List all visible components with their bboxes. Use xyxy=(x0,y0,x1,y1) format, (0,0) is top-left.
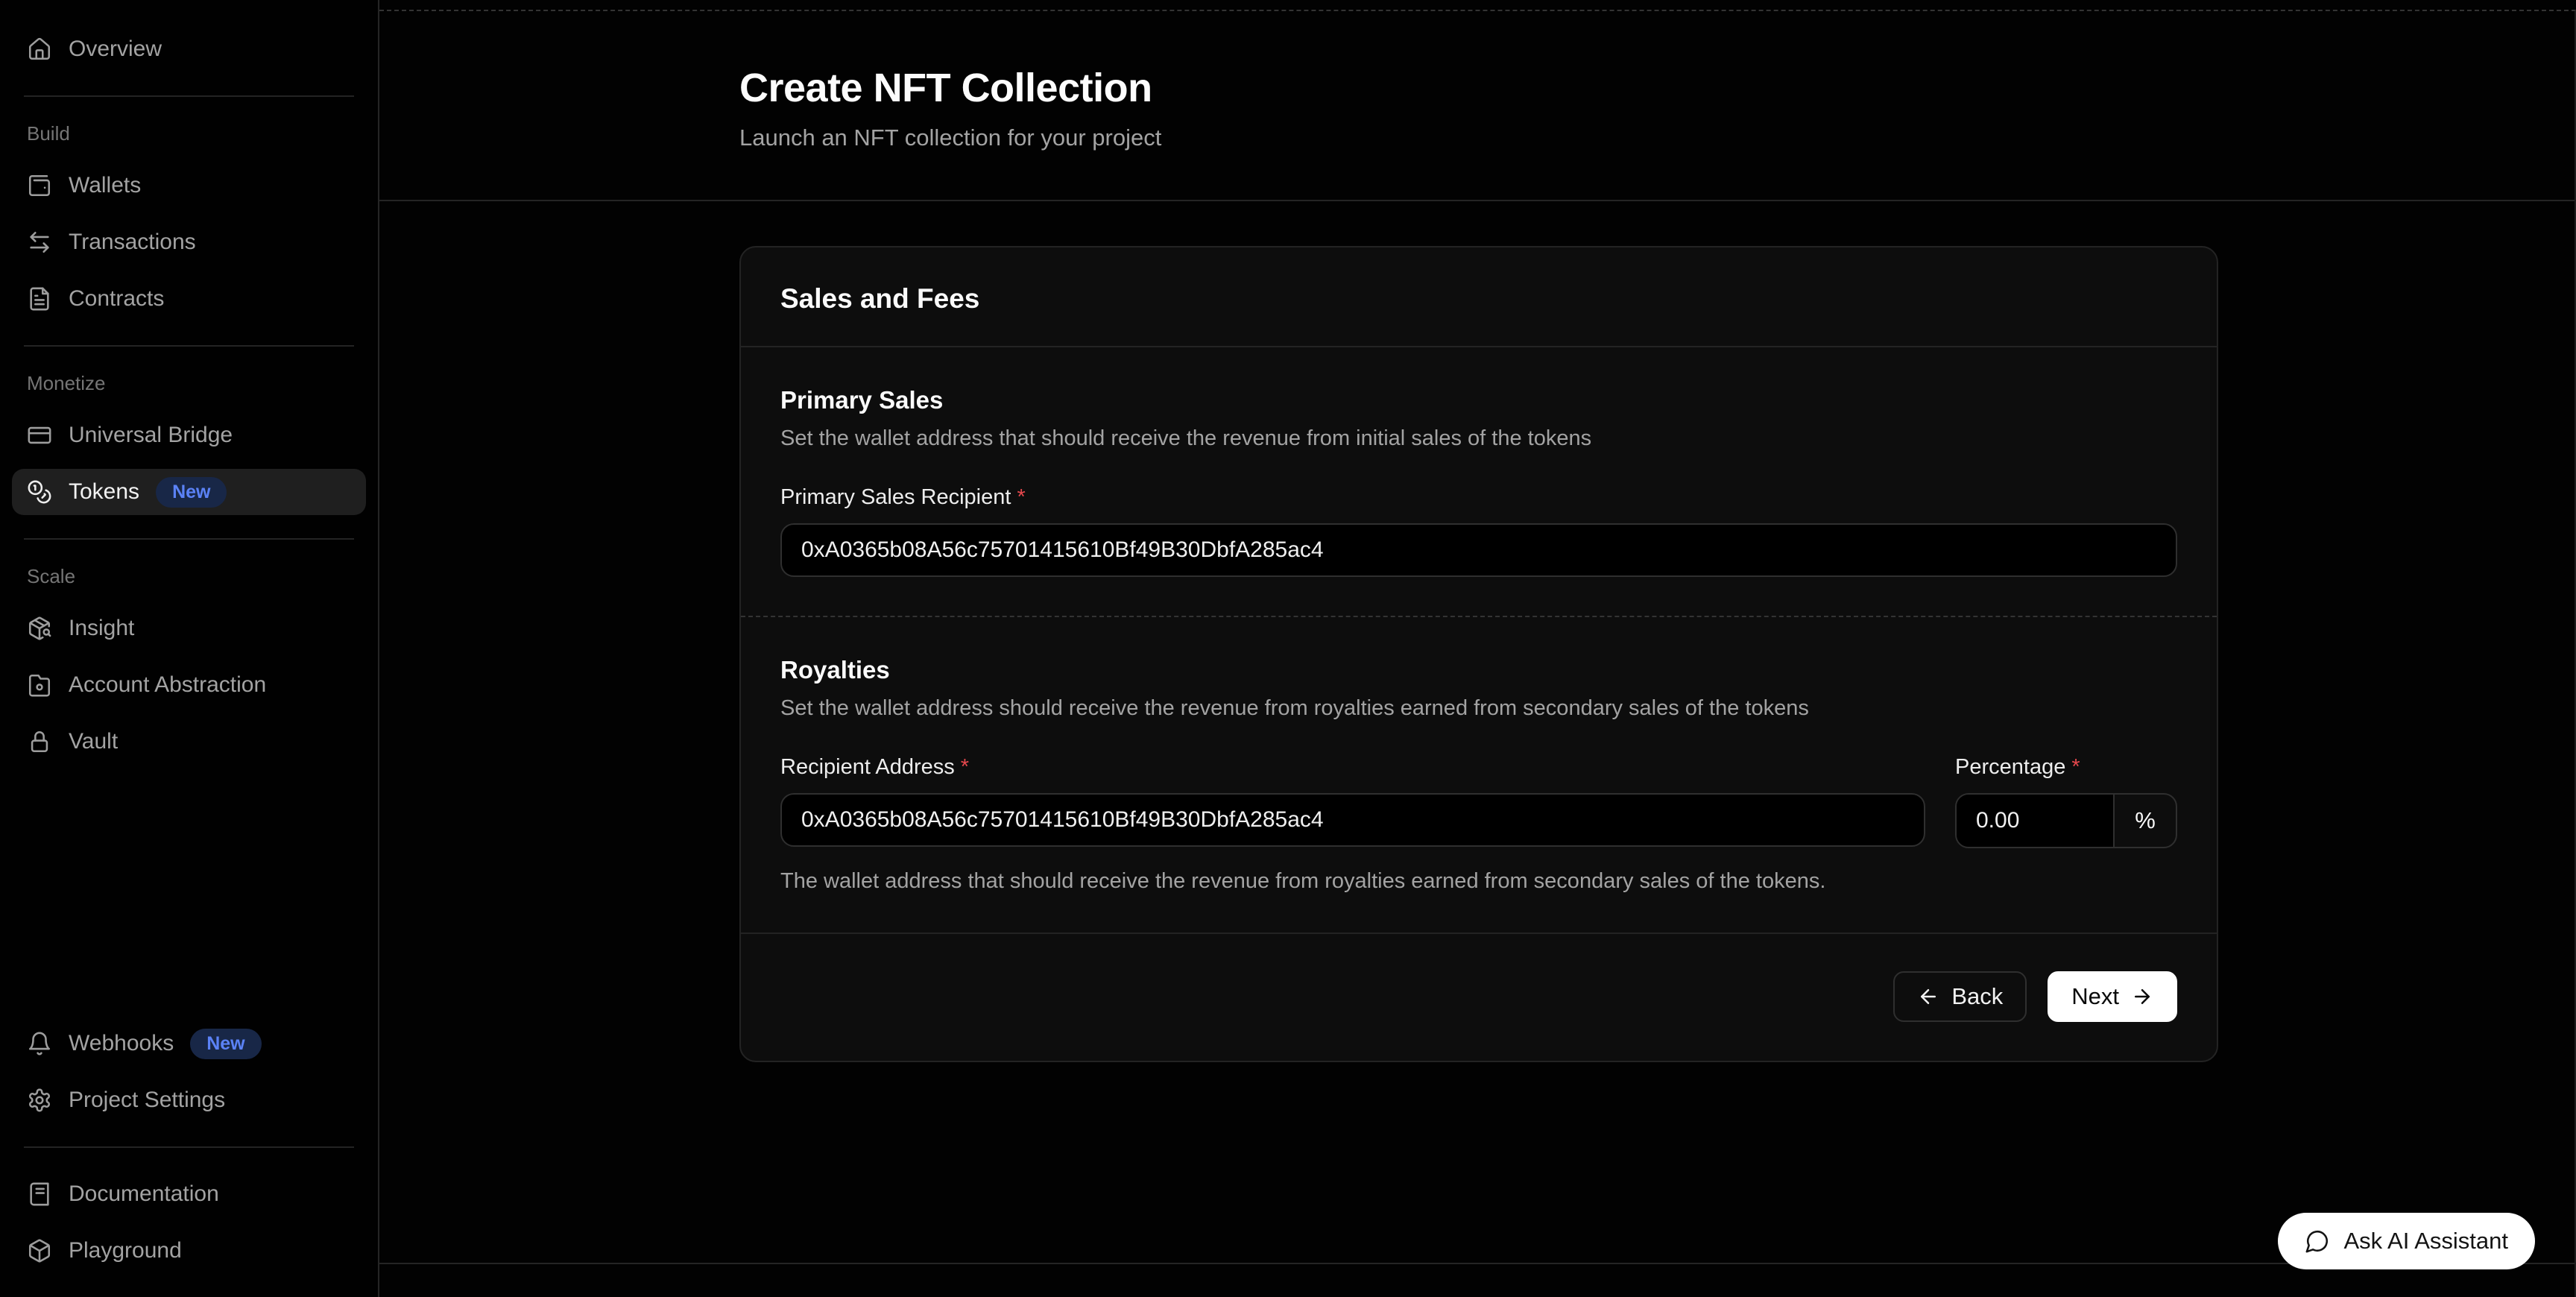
sidebar-divider xyxy=(24,538,354,540)
percentage-input[interactable] xyxy=(1957,795,2113,847)
back-button[interactable]: Back xyxy=(1893,971,2027,1022)
sidebar-spacer xyxy=(12,770,366,1015)
content-bottom-divider xyxy=(379,1263,2575,1264)
sidebar-item-overview[interactable]: Overview xyxy=(12,26,366,72)
card-header: Sales and Fees xyxy=(741,247,2217,347)
sidebar-item-transactions[interactable]: Transactions xyxy=(12,219,366,265)
royalty-recipient-input[interactable] xyxy=(780,793,1925,847)
required-asterisk: * xyxy=(961,755,969,779)
sidebar-item-tokens[interactable]: Tokens New xyxy=(12,469,366,515)
chat-bubble-icon xyxy=(2305,1228,2330,1254)
royalties-heading: Royalties xyxy=(780,656,2177,684)
required-asterisk: * xyxy=(2071,755,2080,779)
royalties-fields-row: Recipient Address* Percentage* % xyxy=(780,721,2177,848)
sidebar-section-scale: Scale xyxy=(12,558,366,600)
primary-sales-section: Primary Sales Set the wallet address tha… xyxy=(741,347,2217,616)
bell-icon xyxy=(27,1031,52,1056)
card-title: Sales and Fees xyxy=(780,283,2177,315)
arrows-left-right-icon xyxy=(27,230,52,255)
credit-card-icon xyxy=(27,423,52,448)
sidebar-item-account-abstraction[interactable]: Account Abstraction xyxy=(12,662,366,708)
new-badge: New xyxy=(190,1029,261,1059)
arrow-right-icon xyxy=(2131,985,2153,1008)
percentage-input-group: % xyxy=(1955,793,2177,848)
primary-sales-heading: Primary Sales xyxy=(780,386,2177,414)
sales-and-fees-card: Sales and Fees Primary Sales Set the wal… xyxy=(739,246,2218,1062)
sidebar-item-label: Playground xyxy=(69,1240,182,1262)
sidebar-item-label: Tokens xyxy=(69,481,139,503)
file-text-icon xyxy=(27,286,52,312)
required-asterisk: * xyxy=(1017,485,1025,509)
book-icon xyxy=(27,1181,52,1207)
cube-icon xyxy=(27,1238,52,1263)
card-footer: Back Next xyxy=(741,932,2217,1061)
sidebar-item-label: Universal Bridge xyxy=(69,424,233,446)
sidebar-item-label: Project Settings xyxy=(69,1089,225,1111)
percent-suffix: % xyxy=(2113,795,2176,847)
royalties-description: Set the wallet address should receive th… xyxy=(780,696,2177,721)
sidebar-item-label: Overview xyxy=(69,38,162,60)
page-header: Create NFT Collection Launch an NFT coll… xyxy=(379,11,2575,201)
home-icon xyxy=(27,37,52,62)
back-button-label: Back xyxy=(1951,983,2003,1010)
ask-ai-assistant-button[interactable]: Ask AI Assistant xyxy=(2278,1213,2535,1269)
sidebar-item-universal-bridge[interactable]: Universal Bridge xyxy=(12,412,366,458)
ask-ai-assistant-label: Ask AI Assistant xyxy=(2343,1228,2508,1255)
sidebar-item-insight[interactable]: Insight xyxy=(12,605,366,651)
sidebar-item-label: Contracts xyxy=(69,288,164,310)
sidebar-item-label: Documentation xyxy=(69,1183,219,1205)
smart-wallet-icon xyxy=(27,672,52,698)
page-subtitle: Launch an NFT collection for your projec… xyxy=(739,124,2575,151)
sidebar-item-project-settings[interactable]: Project Settings xyxy=(12,1077,366,1123)
recipient-address-label: Recipient Address* xyxy=(780,755,1925,780)
wallet-icon xyxy=(27,173,52,198)
percentage-label: Percentage* xyxy=(1955,755,2177,780)
sidebar: Overview Build Wallets Transactions Cont… xyxy=(0,0,379,1297)
royalty-recipient-field: Recipient Address* xyxy=(780,721,1925,848)
sidebar-item-vault[interactable]: Vault xyxy=(12,719,366,765)
sidebar-item-label: Insight xyxy=(69,617,134,640)
royalty-helper-text: The wallet address that should receive t… xyxy=(780,869,2177,894)
package-search-icon xyxy=(27,616,52,641)
sidebar-item-label: Vault xyxy=(69,730,118,753)
sidebar-item-label: Wallets xyxy=(69,174,141,197)
main-content: Create NFT Collection Launch an NFT coll… xyxy=(379,10,2576,1297)
label-text: Recipient Address xyxy=(780,755,955,779)
content-area: Sales and Fees Primary Sales Set the wal… xyxy=(379,201,2575,1062)
primary-sales-recipient-input[interactable] xyxy=(780,523,2177,577)
sidebar-item-playground[interactable]: Playground xyxy=(12,1228,366,1274)
page-title: Create NFT Collection xyxy=(739,65,2575,111)
sidebar-item-contracts[interactable]: Contracts xyxy=(12,276,366,322)
primary-sales-description: Set the wallet address that should recei… xyxy=(780,426,2177,451)
royalty-percentage-field: Percentage* % xyxy=(1955,721,2177,848)
new-badge: New xyxy=(156,477,227,508)
coins-icon xyxy=(27,479,52,505)
label-text: Primary Sales Recipient xyxy=(780,485,1011,509)
sidebar-item-webhooks[interactable]: Webhooks New xyxy=(12,1020,366,1067)
arrow-left-icon xyxy=(1917,985,1939,1008)
gear-icon xyxy=(27,1088,52,1113)
sidebar-item-label: Account Abstraction xyxy=(69,674,266,696)
royalties-section: Royalties Set the wallet address should … xyxy=(741,617,2217,932)
lock-icon xyxy=(27,729,52,754)
sidebar-section-build: Build xyxy=(12,115,366,157)
sidebar-item-label: Webhooks xyxy=(69,1032,174,1055)
sidebar-divider xyxy=(24,1146,354,1148)
sidebar-item-wallets[interactable]: Wallets xyxy=(12,162,366,209)
sidebar-divider xyxy=(24,345,354,347)
sidebar-item-label: Transactions xyxy=(69,231,196,253)
label-text: Percentage xyxy=(1955,755,2065,779)
sidebar-divider xyxy=(24,95,354,97)
next-button[interactable]: Next xyxy=(2048,971,2177,1022)
sidebar-section-monetize: Monetize xyxy=(12,365,366,407)
next-button-label: Next xyxy=(2071,983,2119,1010)
sidebar-item-documentation[interactable]: Documentation xyxy=(12,1171,366,1217)
primary-sales-recipient-label: Primary Sales Recipient* xyxy=(780,485,2177,510)
